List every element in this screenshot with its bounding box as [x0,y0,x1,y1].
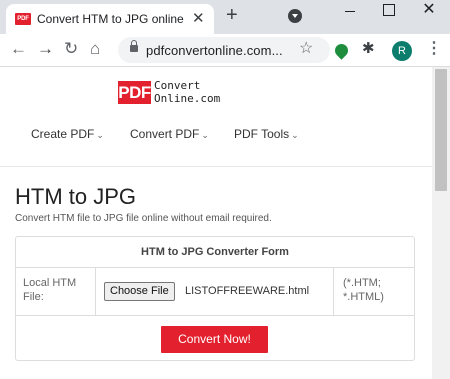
scrollbar-thumb[interactable] [435,69,447,191]
minimize-icon[interactable] [331,0,369,24]
lock-icon[interactable] [130,40,138,52]
bookmark-star-icon[interactable]: ☆ [299,40,313,58]
logo-text-line1: Convert [154,79,201,92]
new-tab-plus-icon[interactable]: + [226,4,238,26]
web-page: PDF Convert Online.com Create PDF ⌄ Conve… [0,67,432,379]
nav-create-pdf-label: Create PDF [31,127,95,141]
nav-pdf-tools[interactable]: PDF Tools ⌄ [234,127,299,141]
choose-file-button[interactable]: Choose File [104,282,175,301]
browser-toolbar: ← → ↻ ⌂ pdfconvertonline.com... ☆ ✱ R ⋮ [0,34,450,66]
extensions-line2: *.HTML) [343,291,384,303]
url-text[interactable]: pdfconvertonline.com... [146,43,283,58]
chevron-down-icon: ⌄ [96,130,104,140]
logo-pdf-badge: PDF [118,81,151,104]
nav-pdf-tools-label: PDF Tools [234,127,290,141]
page-scrollbar[interactable] [432,67,450,379]
close-icon[interactable]: ✕ [192,11,205,26]
reload-icon[interactable]: ↻ [64,39,78,59]
extensions-line1: (*.HTM; [343,277,381,289]
converter-form: HTM to JPG Converter Form Local HTM File… [15,236,415,361]
file-field-label: Local HTM File: [16,268,96,315]
extension-pin-icon[interactable] [332,41,351,60]
logo-text-line2: Online.com [154,92,221,105]
profile-avatar[interactable]: R [392,41,412,61]
nav-convert-pdf[interactable]: Convert PDF ⌄ [130,127,209,141]
selected-file-name: LISTOFFREEWARE.html [185,285,310,297]
convert-now-button[interactable]: Convert Now! [161,326,268,353]
pdf-favicon-icon: PDF [15,13,31,25]
window-close-icon[interactable]: ✕ [410,0,448,24]
browser-tab-strip: PDF Convert HTM to JPG online ✕ + ✕ [0,0,450,34]
form-header: HTM to JPG Converter Form [16,237,414,268]
page-title: HTM to JPG [15,184,137,209]
nav-create-pdf[interactable]: Create PDF ⌄ [31,127,104,141]
nav-convert-pdf-label: Convert PDF [130,127,200,141]
tab-title: Convert HTM to JPG online [37,12,184,26]
file-input-cell: Choose File LISTOFFREEWARE.html [96,268,334,315]
forward-arrow-icon[interactable]: → [37,39,54,59]
extensions-puzzle-icon[interactable]: ✱ [362,40,375,58]
chevron-down-icon: ⌄ [201,130,209,140]
chevron-down-icon: ⌄ [291,130,299,140]
home-icon[interactable]: ⌂ [90,39,100,59]
allowed-extensions: (*.HTM; *.HTML) [334,268,414,315]
section-divider [0,166,432,167]
browser-tab[interactable]: PDF Convert HTM to JPG online ✕ [6,4,214,34]
file-row: Local HTM File: Choose File LISTOFFREEWA… [16,268,414,316]
site-nav: Create PDF ⌄ Convert PDF ⌄ PDF Tools ⌄ [0,127,432,147]
maximize-icon[interactable] [369,0,407,24]
back-arrow-icon[interactable]: ← [10,39,27,59]
page-subtitle: Convert HTM file to JPG file online with… [15,213,272,224]
tab-search-icon[interactable] [288,9,302,23]
kebab-menu-icon[interactable]: ⋮ [426,40,442,58]
